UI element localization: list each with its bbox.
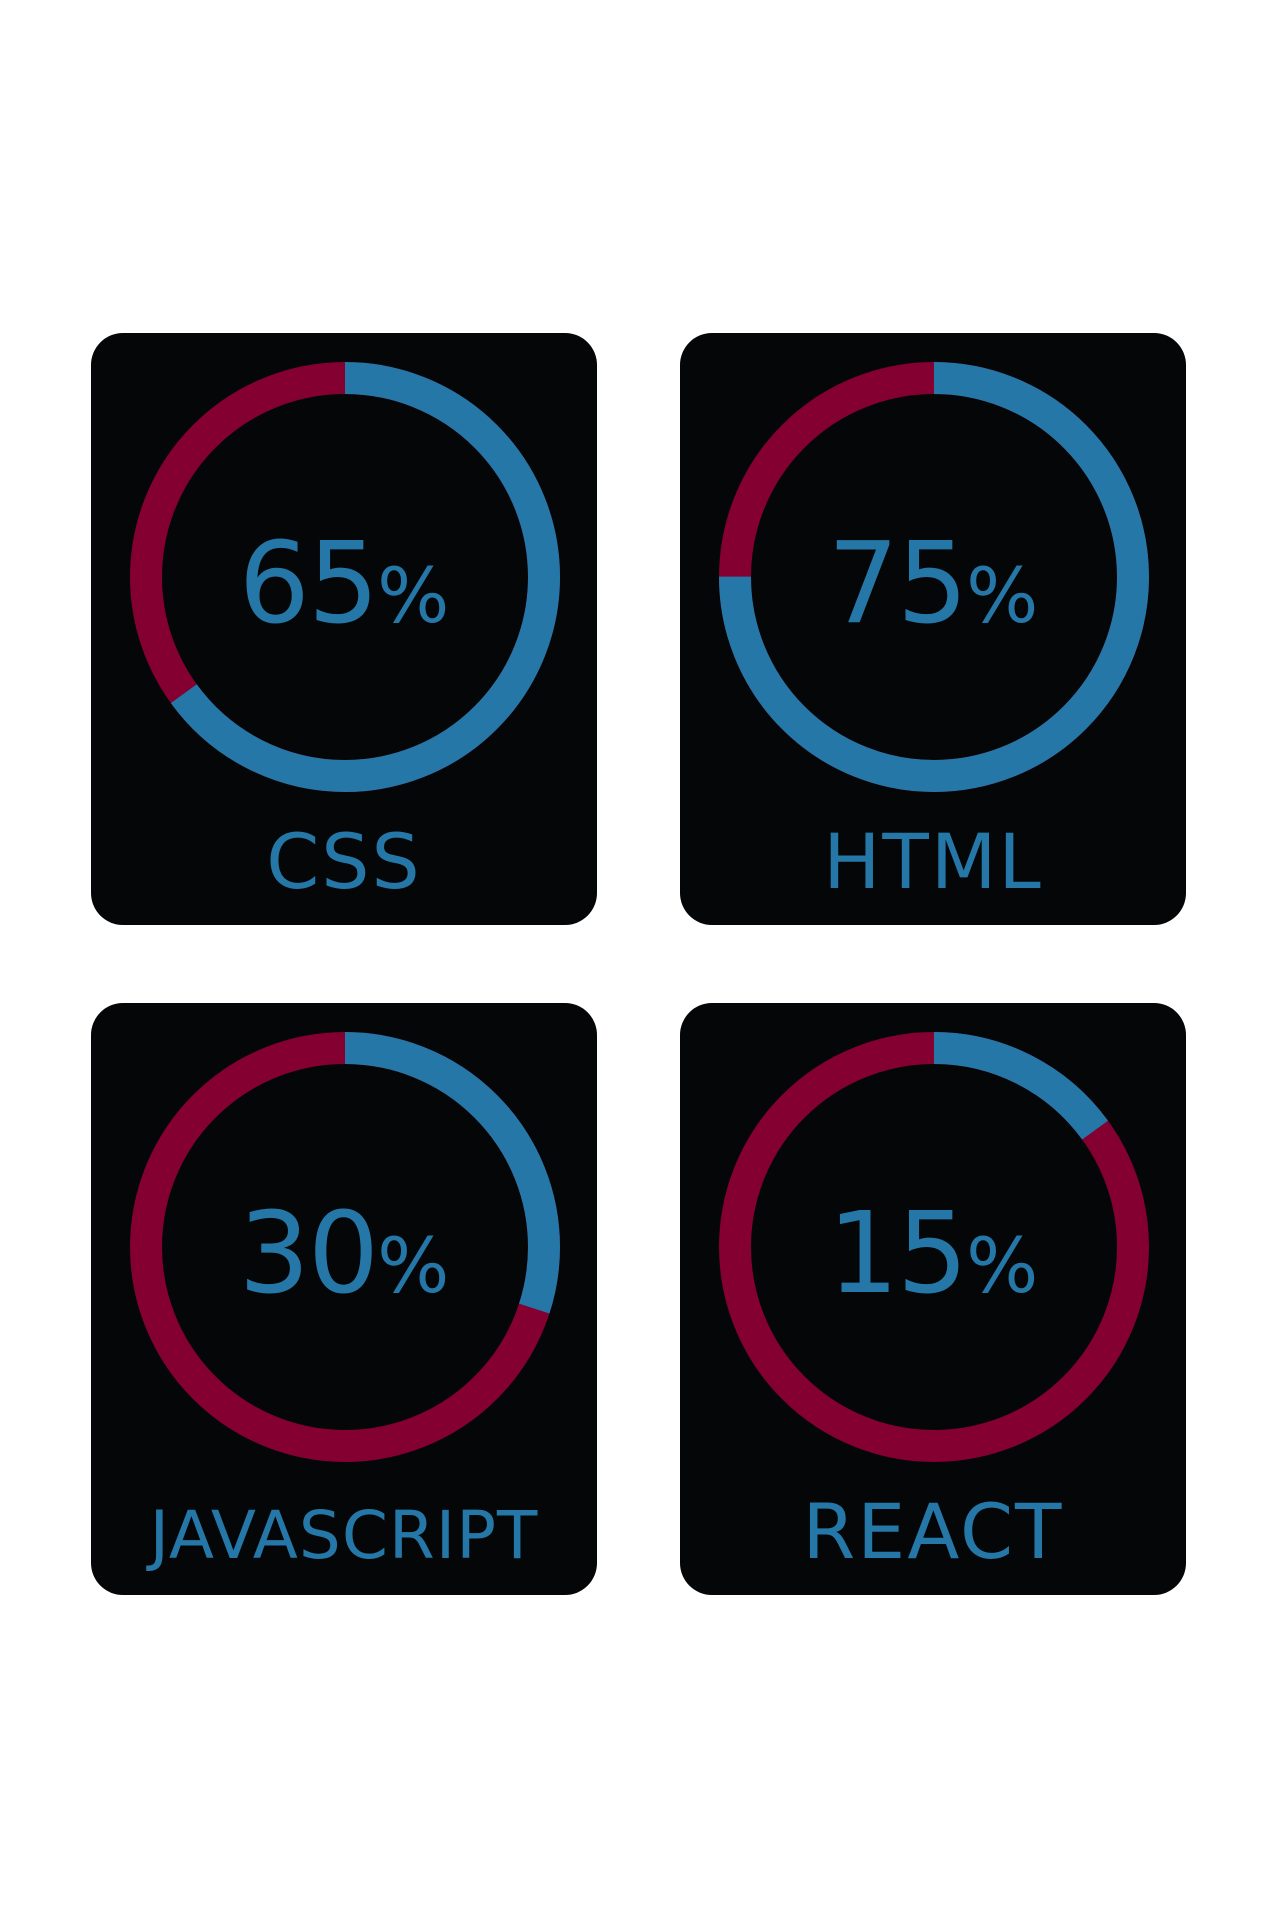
percent-sign: %	[377, 1221, 450, 1310]
percent-sign: %	[966, 1221, 1039, 1310]
percent-number: 65	[238, 519, 380, 649]
percent-value: 65%	[91, 528, 597, 640]
percent-value: 75%	[680, 528, 1186, 640]
skill-label: REACT	[802, 1487, 1064, 1576]
skill-label: JAVASCRIPT	[149, 1497, 539, 1574]
percent-value: 30%	[91, 1198, 597, 1310]
skill-card-css: 65% CSS	[91, 333, 597, 925]
skill-card-html: 75% HTML	[680, 333, 1186, 925]
percent-value: 15%	[680, 1198, 1186, 1310]
percent-sign: %	[377, 551, 450, 640]
percent-sign: %	[966, 551, 1039, 640]
percent-number: 15	[827, 1189, 969, 1319]
skill-label: HTML	[823, 817, 1043, 906]
percent-number: 30	[238, 1189, 380, 1319]
skill-label: CSS	[266, 817, 422, 906]
skill-card-javascript: 30% JAVASCRIPT	[91, 1003, 597, 1595]
skill-card-react: 15% REACT	[680, 1003, 1186, 1595]
percent-number: 75	[827, 519, 969, 649]
